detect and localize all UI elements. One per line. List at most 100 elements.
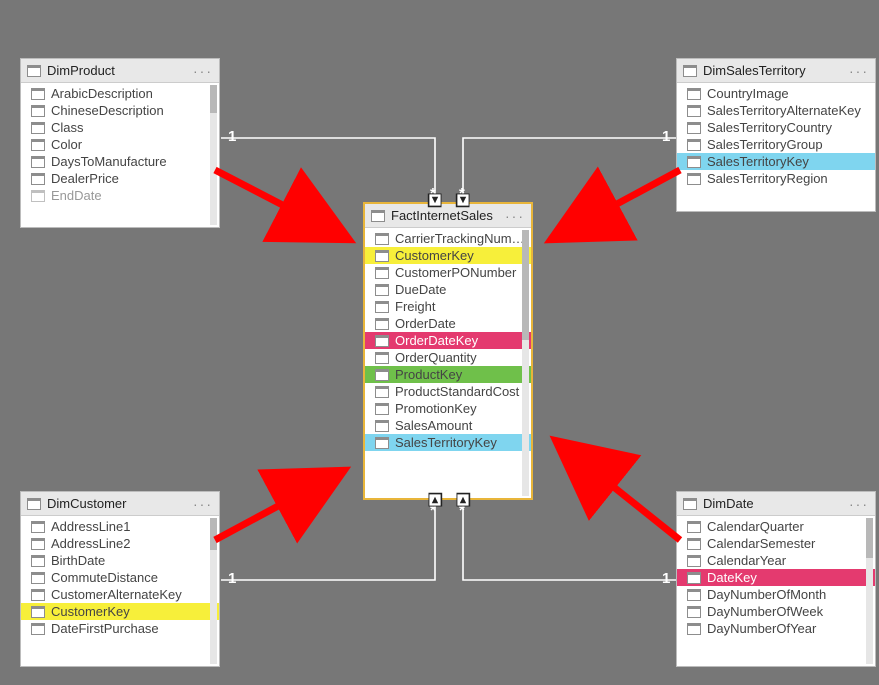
field-icon [375, 250, 389, 262]
field-row[interactable]: ProductKey [365, 366, 531, 383]
field-icon [687, 538, 701, 550]
field-icon [687, 572, 701, 584]
field-icon [375, 267, 389, 279]
scroll-thumb[interactable] [210, 85, 217, 113]
table-body: CountryImage SalesTerritoryAlternateKey … [677, 83, 875, 211]
field-icon [31, 606, 45, 618]
field-icon [31, 555, 45, 567]
field-row[interactable]: DayNumberOfYear [677, 620, 875, 637]
field-row[interactable]: CalendarSemester [677, 535, 875, 552]
field-row[interactable]: BirthDate [21, 552, 219, 569]
field-icon [375, 318, 389, 330]
table-body: ArabicDescription ChineseDescription Cla… [21, 83, 219, 227]
field-row[interactable]: DayNumberOfWeek [677, 603, 875, 620]
field-row[interactable]: SalesTerritoryGroup [677, 136, 875, 153]
table-factinternetsales[interactable]: FactInternetSales ··· CarrierTrackingNum… [363, 202, 533, 500]
field-row[interactable]: AddressLine1 [21, 518, 219, 535]
field-icon [687, 156, 701, 168]
field-row[interactable]: ProductStandardCost [365, 383, 531, 400]
table-header[interactable]: DimProduct ··· [21, 59, 219, 83]
table-dimdate[interactable]: DimDate ··· CalendarQuarter CalendarSeme… [676, 491, 876, 667]
table-title: FactInternetSales [391, 208, 499, 223]
cardinality-many: * [430, 502, 436, 519]
field-icon [687, 589, 701, 601]
field-row[interactable]: Color [21, 136, 219, 153]
field-icon [687, 521, 701, 533]
table-body: CarrierTrackingNumber CustomerKey Custom… [365, 228, 531, 498]
field-row[interactable]: PromotionKey [365, 400, 531, 417]
ellipsis-icon[interactable]: ··· [505, 209, 525, 223]
field-row[interactable]: OrderDateKey [365, 332, 531, 349]
field-row[interactable]: DueDate [365, 281, 531, 298]
ellipsis-icon[interactable]: ··· [193, 497, 213, 511]
field-row[interactable]: SalesAmount [365, 417, 531, 434]
ellipsis-icon[interactable]: ··· [193, 64, 213, 78]
field-row[interactable]: DateKey [677, 569, 875, 586]
table-icon [371, 210, 385, 222]
field-icon [687, 173, 701, 185]
table-body: CalendarQuarter CalendarSemester Calenda… [677, 516, 875, 666]
table-dimsalesterritory[interactable]: DimSalesTerritory ··· CountryImage Sales… [676, 58, 876, 212]
field-row[interactable]: CustomerPONumber [365, 264, 531, 281]
field-row[interactable]: SalesTerritoryAlternateKey [677, 102, 875, 119]
field-row[interactable]: SalesTerritoryKey [365, 434, 531, 451]
scrollbar[interactable] [522, 230, 529, 496]
field-row[interactable]: SalesTerritoryCountry [677, 119, 875, 136]
field-icon [687, 139, 701, 151]
field-row[interactable]: Freight [365, 298, 531, 315]
field-row[interactable]: AddressLine2 [21, 535, 219, 552]
field-icon [375, 284, 389, 296]
field-icon [687, 105, 701, 117]
field-row[interactable]: DaysToManufacture [21, 153, 219, 170]
scrollbar[interactable] [210, 85, 217, 225]
field-row[interactable]: EndDate [21, 187, 219, 204]
field-icon [31, 105, 45, 117]
field-row[interactable]: CarrierTrackingNumber [365, 230, 531, 247]
field-icon [375, 420, 389, 432]
table-header[interactable]: DimSalesTerritory ··· [677, 59, 875, 83]
field-icon [375, 233, 389, 245]
field-icon [687, 122, 701, 134]
field-row[interactable]: SalesTerritoryRegion [677, 170, 875, 187]
field-row[interactable]: ChineseDescription [21, 102, 219, 119]
field-icon [375, 437, 389, 449]
field-row[interactable]: CommuteDistance [21, 569, 219, 586]
field-row[interactable]: DealerPrice [21, 170, 219, 187]
field-row[interactable]: CountryImage [677, 85, 875, 102]
field-row[interactable]: OrderQuantity [365, 349, 531, 366]
table-icon [683, 498, 697, 510]
field-icon [31, 190, 45, 202]
scrollbar[interactable] [210, 518, 217, 664]
table-header[interactable]: FactInternetSales ··· [365, 204, 531, 228]
table-header[interactable]: DimCustomer ··· [21, 492, 219, 516]
scroll-thumb[interactable] [210, 518, 217, 550]
field-icon [31, 88, 45, 100]
table-icon [27, 65, 41, 77]
field-row[interactable]: CustomerKey [365, 247, 531, 264]
field-row[interactable]: ArabicDescription [21, 85, 219, 102]
field-icon [375, 352, 389, 364]
table-header[interactable]: DimDate ··· [677, 492, 875, 516]
field-icon [375, 369, 389, 381]
field-row[interactable]: SalesTerritoryKey [677, 153, 875, 170]
scroll-thumb[interactable] [522, 230, 529, 340]
field-row[interactable]: CustomerAlternateKey [21, 586, 219, 603]
table-body: AddressLine1 AddressLine2 BirthDate Comm… [21, 516, 219, 666]
scroll-thumb[interactable] [866, 518, 873, 558]
field-row[interactable]: Class [21, 119, 219, 136]
ellipsis-icon[interactable]: ··· [849, 497, 869, 511]
field-row[interactable]: CustomerKey [21, 603, 219, 620]
field-row[interactable]: DateFirstPurchase [21, 620, 219, 637]
table-dimproduct[interactable]: DimProduct ··· ArabicDescription Chinese… [20, 58, 220, 228]
field-row[interactable]: CalendarQuarter [677, 518, 875, 535]
table-dimcustomer[interactable]: DimCustomer ··· AddressLine1 AddressLine… [20, 491, 220, 667]
field-row[interactable]: OrderDate [365, 315, 531, 332]
scrollbar[interactable] [866, 518, 873, 664]
ellipsis-icon[interactable]: ··· [849, 64, 869, 78]
field-icon [31, 173, 45, 185]
diagram-canvas[interactable]: DimProduct ··· ArabicDescription Chinese… [0, 0, 879, 685]
cardinality-one: 1 [228, 128, 236, 145]
field-row[interactable]: DayNumberOfMonth [677, 586, 875, 603]
field-row[interactable]: CalendarYear [677, 552, 875, 569]
field-icon [31, 139, 45, 151]
